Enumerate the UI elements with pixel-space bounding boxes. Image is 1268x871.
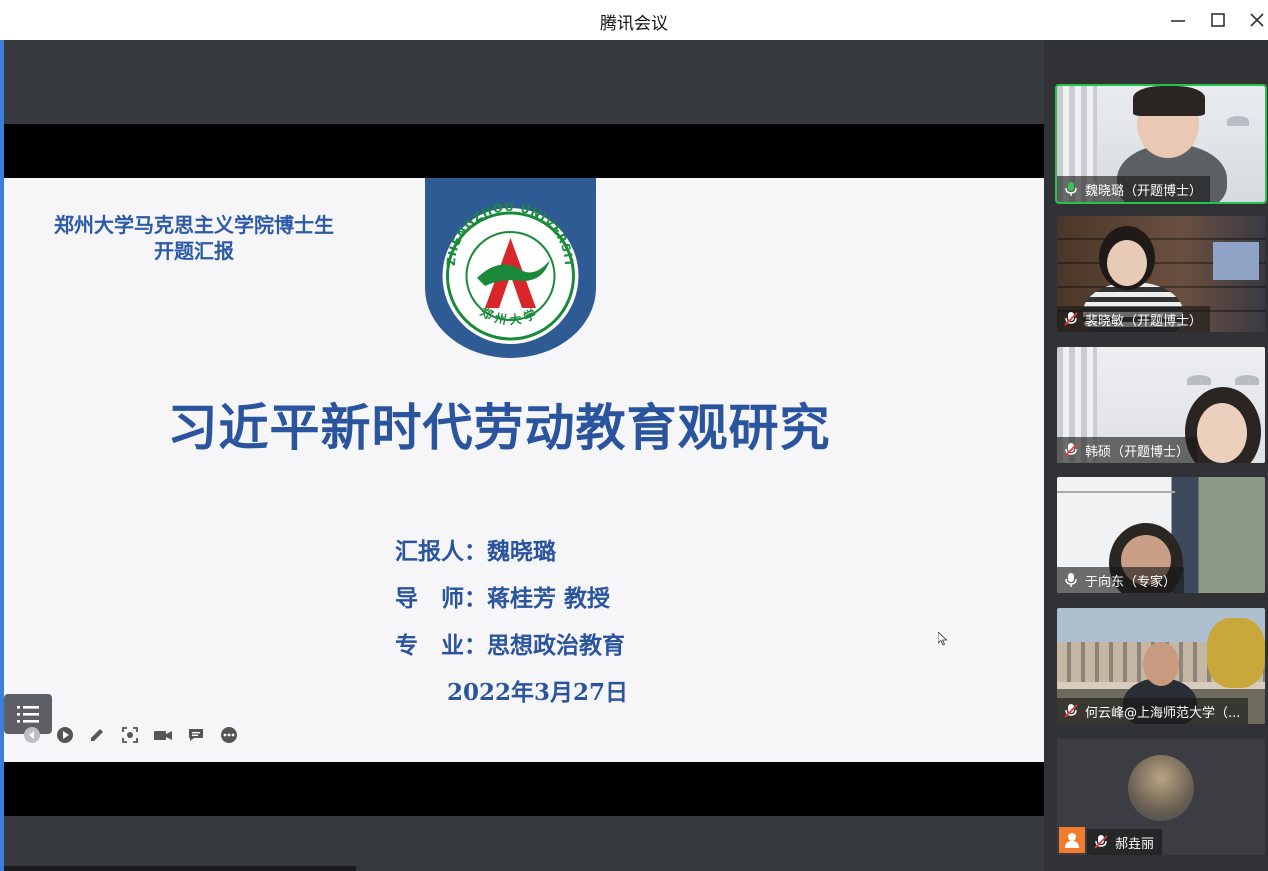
screenshot-icon bbox=[122, 727, 138, 743]
participant-name: 郝垚丽 bbox=[1115, 836, 1155, 852]
pen-button[interactable] bbox=[86, 724, 108, 746]
participant-name: 何云峰@上海师范大学（... bbox=[1085, 705, 1241, 721]
back-button[interactable] bbox=[21, 724, 43, 746]
minimize-icon bbox=[1171, 20, 1185, 22]
screenshot-button[interactable] bbox=[119, 724, 141, 746]
back-icon bbox=[24, 727, 40, 743]
meeting-window: 腾讯会议 郑州大学马克思主义学院博士生 开题汇报 ZHENGZHOU UNIVE… bbox=[0, 0, 1268, 871]
slide-major: 专 业：思想政治教育 bbox=[395, 632, 625, 659]
slide-date: 2022年3月27日 bbox=[447, 679, 629, 706]
more-button[interactable] bbox=[218, 724, 240, 746]
maximize-button[interactable] bbox=[1204, 6, 1232, 34]
taskbar-strip bbox=[4, 866, 356, 871]
mouse-cursor-icon bbox=[938, 632, 948, 646]
slide-title: 习近平新时代劳动教育观研究 bbox=[167, 398, 831, 457]
camera-icon bbox=[154, 731, 172, 740]
participant-label: 魏晓璐（开题博士） bbox=[1057, 176, 1211, 202]
participant-tile[interactable]: 韩硕（开题博士） bbox=[1057, 347, 1265, 463]
slide-reporter: 汇报人：魏晓璐 bbox=[395, 538, 556, 565]
participant-tile[interactable]: 魏晓璐（开题博士） bbox=[1055, 84, 1267, 204]
user-icon bbox=[1059, 827, 1085, 853]
muted-microphone-icon bbox=[1063, 703, 1079, 719]
participant-avatar bbox=[1128, 755, 1194, 821]
minimize-button[interactable] bbox=[1164, 6, 1192, 34]
list-icon bbox=[17, 706, 39, 723]
participant-name: 韩硕（开题博士） bbox=[1085, 444, 1190, 460]
participant-label: 韩硕（开题博士） bbox=[1057, 437, 1198, 463]
more-icon bbox=[221, 727, 237, 743]
participant-label: 于向东（专家） bbox=[1057, 567, 1185, 593]
close-button[interactable] bbox=[1243, 6, 1268, 34]
participant-label: 裴晓敏（开题博士） bbox=[1057, 306, 1211, 332]
close-icon bbox=[1250, 13, 1264, 27]
slide-header-line1: 郑州大学马克思主义学院博士生 bbox=[54, 213, 334, 237]
participant-name: 于向东（专家） bbox=[1085, 574, 1177, 590]
play-button[interactable] bbox=[54, 724, 76, 746]
muted-microphone-icon bbox=[1093, 834, 1109, 850]
pencil-icon bbox=[91, 729, 103, 741]
title-bar: 腾讯会议 bbox=[0, 0, 1268, 40]
comment-icon bbox=[189, 729, 203, 741]
participant-tile[interactable]: 郝垚丽 bbox=[1057, 739, 1265, 855]
play-icon bbox=[57, 727, 73, 743]
slide-advisor: 导 师：蒋桂芳 教授 bbox=[395, 585, 611, 612]
participant-label: 郝垚丽 bbox=[1087, 829, 1163, 855]
participant-tile[interactable]: 裴晓敏（开题博士） bbox=[1057, 216, 1265, 332]
participant-label: 何云峰@上海师范大学（... bbox=[1057, 698, 1249, 724]
participant-name: 魏晓璐（开题博士） bbox=[1085, 183, 1203, 199]
muted-microphone-icon bbox=[1063, 442, 1079, 458]
slide-header: 郑州大学马克思主义学院博士生 开题汇报 bbox=[34, 212, 354, 264]
participant-tile[interactable]: 何云峰@上海师范大学（... bbox=[1057, 608, 1265, 724]
microphone-icon bbox=[1063, 572, 1079, 588]
letterbox-top bbox=[4, 124, 1044, 178]
comment-button[interactable] bbox=[185, 724, 207, 746]
letterbox-bottom bbox=[4, 762, 1044, 816]
participant-tile[interactable]: 于向东（专家） bbox=[1057, 477, 1265, 593]
muted-microphone-icon bbox=[1063, 311, 1079, 327]
slide-header-line2: 开题汇报 bbox=[154, 239, 234, 263]
maximize-icon bbox=[1211, 13, 1225, 27]
camera-button[interactable] bbox=[152, 724, 174, 746]
university-logo: ZHENGZHOU UNIVERSITY 郑 州 大 学 bbox=[425, 178, 596, 358]
presentation-slide: 郑州大学马克思主义学院博士生 开题汇报 ZHENGZHOU UNIVERSITY… bbox=[4, 178, 1044, 762]
participant-name: 裴晓敏（开题博士） bbox=[1085, 313, 1203, 329]
app-title: 腾讯会议 bbox=[600, 14, 668, 34]
microphone-icon bbox=[1063, 181, 1079, 197]
